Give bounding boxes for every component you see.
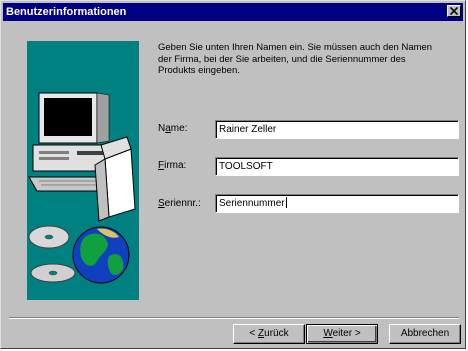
cancel-button[interactable]: Abbrechen (389, 324, 461, 344)
text-caret (285, 197, 287, 208)
name-label: Name: (158, 123, 188, 134)
serial-field[interactable]: Seriennummer (215, 194, 459, 213)
intro-line: der Firma, bei der Sie arbeiten, und die… (158, 53, 406, 65)
close-icon (450, 7, 458, 15)
back-button[interactable]: < Zurück (233, 324, 305, 344)
title-bar[interactable]: Benutzerinformationen (3, 3, 463, 21)
next-button[interactable]: Weiter > (306, 324, 378, 344)
window-title: Benutzerinformationen (6, 6, 127, 18)
close-button[interactable] (447, 5, 461, 17)
intro-text: Geben Sie unten Ihren Namen ein. Sie müs… (158, 42, 458, 77)
intro-line: Produkts eingeben. (158, 65, 240, 76)
intro-line: Geben Sie unten Ihren Namen ein. Sie müs… (158, 42, 433, 53)
button-separator (9, 317, 459, 319)
firma-label: Firma: (158, 160, 187, 171)
setup-illustration (27, 41, 139, 300)
serial-label: Seriennr.: (158, 198, 201, 209)
computer-with-disks-and-globe-icon (28, 92, 136, 284)
firma-field[interactable]: TOOLSOFT (215, 157, 459, 176)
name-field[interactable]: Rainer Zeller (215, 120, 459, 139)
setup-dialog: Benutzerinformationen Geben Sie unten Ih… (0, 0, 466, 349)
